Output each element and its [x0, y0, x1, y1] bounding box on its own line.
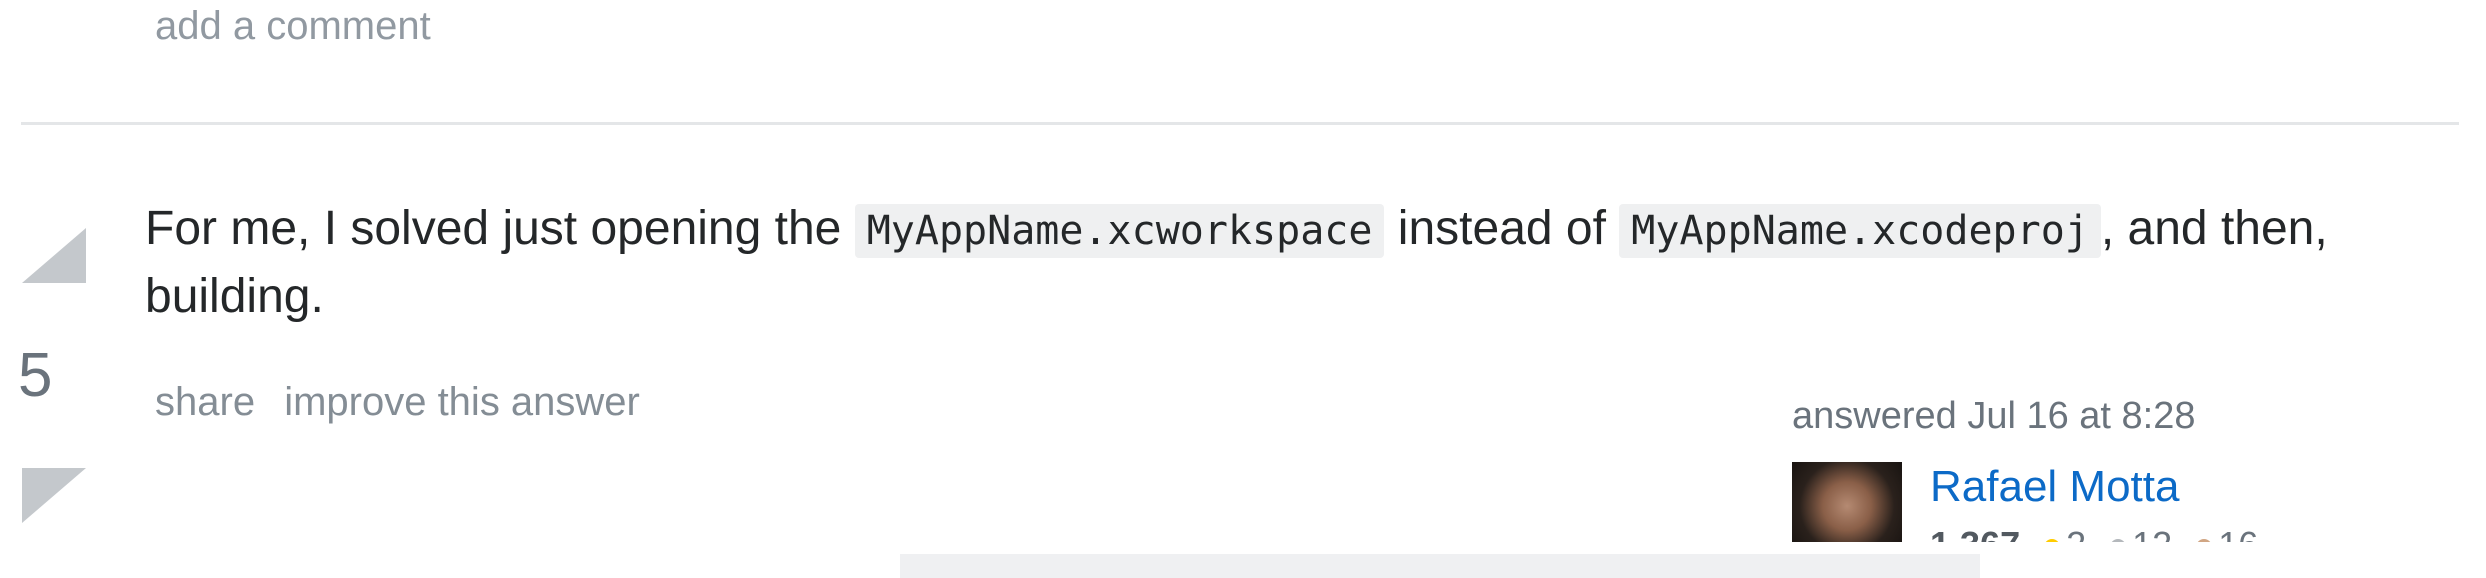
bronze-badge-icon: [2196, 539, 2213, 542]
post-menu: share improve this answer: [155, 380, 658, 425]
gold-badge-icon: [2044, 539, 2061, 542]
code-workspace: MyAppName.xcworkspace: [854, 204, 1385, 258]
user-card: answered Jul 16 at 8:28 Rafael Motta 1,3…: [1792, 392, 2412, 542]
vote-count: 5: [18, 341, 53, 410]
user-stats: 1,367 2 12 16: [1930, 524, 2258, 542]
share-link[interactable]: share: [155, 380, 255, 424]
reputation-score: 1,367: [1930, 524, 2020, 542]
faded-next-content: [900, 554, 1980, 578]
downvote-icon[interactable]: [22, 468, 86, 523]
silver-badge-count: 12: [2132, 524, 2172, 542]
answer-text-1: For me, I solved just opening the: [145, 202, 842, 255]
bronze-badge-count: 16: [2218, 524, 2258, 542]
silver-badge-icon: [2110, 539, 2127, 542]
avatar[interactable]: [1792, 462, 1902, 542]
answer-text-2: instead of: [1397, 202, 1606, 255]
user-name-link[interactable]: Rafael Motta: [1930, 462, 2179, 512]
code-xcodeproj: MyAppName.xcodeproj: [1619, 204, 2101, 258]
upvote-icon[interactable]: [22, 228, 86, 283]
answer-body: For me, I solved just opening the MyAppN…: [145, 196, 2435, 330]
gold-badge-count: 2: [2066, 524, 2086, 542]
answer-divider: [21, 122, 2459, 125]
improve-answer-link[interactable]: improve this answer: [284, 380, 640, 424]
answered-timestamp: answered Jul 16 at 8:28: [1792, 395, 2196, 437]
add-comment-link[interactable]: add a comment: [155, 4, 431, 49]
